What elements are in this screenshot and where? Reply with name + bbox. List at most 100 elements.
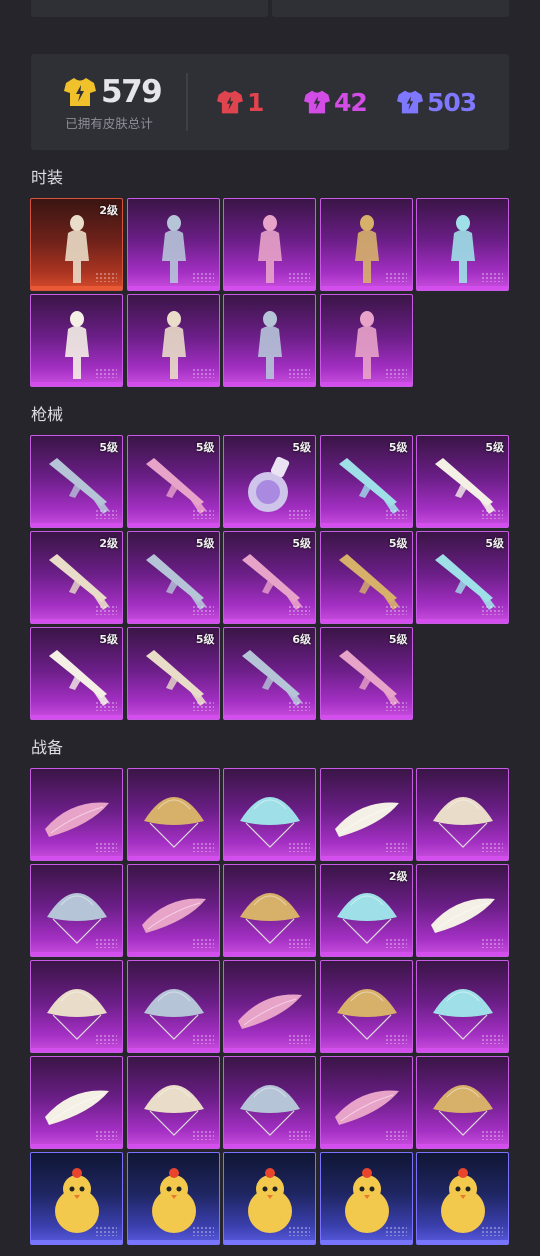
corner-dots: [95, 1130, 117, 1140]
corner-dots: [95, 1034, 117, 1044]
corner-dots: [191, 1034, 214, 1044]
corner-dots: [384, 605, 407, 615]
item-white-dress-outfit[interactable]: [126, 294, 220, 387]
item-white-dragon-pet[interactable]: [126, 864, 220, 957]
item-black-feather-glider[interactable]: [319, 960, 413, 1053]
item-pink-black-smg[interactable]: 5级: [416, 531, 509, 624]
item-blue-pink-suit-outfit[interactable]: [223, 294, 316, 387]
blue-shirt-icon: [397, 90, 423, 114]
top-tab-left[interactable]: [31, 0, 268, 17]
item-golden-rifle[interactable]: 2级: [30, 531, 123, 624]
corner-dots: [384, 938, 407, 948]
item-level-badge: 5级: [195, 441, 215, 454]
item-level-badge: 2级: [99, 537, 118, 550]
corner-dots: [384, 1034, 407, 1044]
item-green-rifle[interactable]: 5级: [30, 627, 123, 720]
item-golden-wing-glider[interactable]: [223, 864, 316, 957]
item-level-badge: 5级: [99, 441, 118, 454]
corner-dots: [95, 272, 117, 282]
item-level-badge: 5级: [292, 441, 311, 454]
item-purple-princess-parachute[interactable]: [416, 960, 509, 1053]
corner-dots: [288, 938, 310, 948]
item-golden-dragon-pet[interactable]: 2级: [319, 864, 413, 957]
item-level-badge: 5级: [485, 537, 504, 550]
item-lace-cat-parachute[interactable]: [319, 768, 413, 861]
item-black-sniper-rifle[interactable]: 5级: [126, 435, 220, 528]
item-blue-gold-parachute[interactable]: [223, 768, 316, 861]
item-crystal-wing-glider[interactable]: [30, 960, 123, 1053]
corner-dots: [288, 509, 310, 519]
item-tiger-pet[interactable]: [319, 1152, 413, 1245]
top-tab-right[interactable]: [272, 0, 509, 17]
item-blue-floral-glider[interactable]: [126, 768, 220, 861]
item-white-gown-outfit[interactable]: [30, 294, 123, 387]
item-white-ornate-parachute[interactable]: [30, 864, 123, 957]
corner-dots: [288, 605, 310, 615]
corner-dots: [191, 842, 214, 852]
item-pink-bird-pet[interactable]: [223, 1152, 316, 1245]
purple-shirt-icon: [304, 90, 330, 114]
tier-red-count: 1: [247, 87, 264, 117]
total-skin-count: 579: [101, 74, 163, 110]
item-silver-armor-outfit[interactable]: [416, 198, 509, 291]
item-gold-winged-outfit[interactable]: 2级: [30, 198, 123, 291]
item-level-badge: 5级: [195, 633, 215, 646]
corner-dots: [481, 1226, 503, 1236]
item-teal-gold-rifle[interactable]: 6级: [223, 627, 316, 720]
section-title-outfits: 时装: [31, 168, 64, 187]
item-green-blue-rifle[interactable]: 5级: [319, 627, 413, 720]
item-level-badge: 5级: [195, 537, 215, 550]
item-level-badge: 5级: [99, 633, 118, 646]
corner-dots: [191, 1226, 214, 1236]
top-tabs: [31, 0, 509, 17]
section-title-weapons: 枪械: [31, 405, 64, 424]
corner-dots: [481, 842, 503, 852]
item-black-gold-parachute[interactable]: [416, 1056, 509, 1149]
item-potion-bottle-weapon[interactable]: 5级: [223, 435, 316, 528]
item-purple-crystal-glider[interactable]: [30, 1056, 123, 1149]
item-level-badge: 5级: [292, 537, 311, 550]
item-cream-pattern-parachute[interactable]: [416, 768, 509, 861]
item-silver-sniper-rifle[interactable]: 5级: [319, 435, 413, 528]
item-level-badge: 2级: [388, 870, 408, 883]
item-level-badge: 6级: [292, 633, 311, 646]
item-pink-bow-glider[interactable]: [416, 864, 509, 957]
item-pink-cat-parachute[interactable]: [223, 960, 316, 1053]
item-silver-blue-parachute[interactable]: [126, 1056, 220, 1149]
item-level-badge: 5级: [388, 633, 408, 646]
item-red-hair-girl-outfit[interactable]: [319, 198, 413, 291]
section-title-gear: 战备: [31, 738, 64, 757]
corner-dots: [288, 1226, 310, 1236]
tier-blue: 503: [396, 87, 477, 117]
total-skins: 579 已拥有皮肤总计: [31, 54, 187, 150]
corner-dots: [384, 1226, 407, 1236]
item-level-badge: 2级: [99, 204, 118, 217]
item-chick-sunglasses-pet[interactable]: [30, 1152, 123, 1245]
item-red-black-armor-outfit[interactable]: [126, 198, 220, 291]
item-ornate-silver-smg[interactable]: 5级: [319, 531, 413, 624]
item-steel-rifle[interactable]: 5级: [126, 531, 220, 624]
item-purple-kite-parachute[interactable]: [223, 1056, 316, 1149]
corner-dots: [384, 1130, 407, 1140]
item-chick-egg-pet[interactable]: [126, 1152, 220, 1245]
item-pink-glider[interactable]: [30, 768, 123, 861]
item-orange-rifle[interactable]: 5级: [30, 435, 123, 528]
divider: [186, 73, 188, 131]
tier-blue-count: 503: [427, 87, 477, 117]
corner-dots: [481, 1130, 503, 1140]
item-red-dragon-rifle[interactable]: 5级: [416, 435, 509, 528]
item-jellyfish-parachute[interactable]: [319, 1056, 413, 1149]
item-blue-smg[interactable]: 5级: [126, 627, 220, 720]
item-white-gold-robe-outfit[interactable]: [223, 198, 316, 291]
corner-dots: [384, 368, 407, 378]
corner-dots: [191, 368, 214, 378]
corner-dots: [288, 368, 310, 378]
corner-dots: [95, 701, 117, 711]
item-blue-silver-rifle[interactable]: 5级: [223, 531, 316, 624]
corner-dots: [191, 509, 214, 519]
item-chick-helmet-pet[interactable]: [416, 1152, 509, 1245]
item-pink-rose-glider[interactable]: [126, 960, 220, 1053]
item-purple-helmet-outfit[interactable]: [319, 294, 413, 387]
corner-dots: [95, 842, 117, 852]
weapons-grid: 5级 5级 5级 5级 5级 2级 5级 5级 5级 5级 5级 5级 6级 5…: [30, 435, 509, 720]
